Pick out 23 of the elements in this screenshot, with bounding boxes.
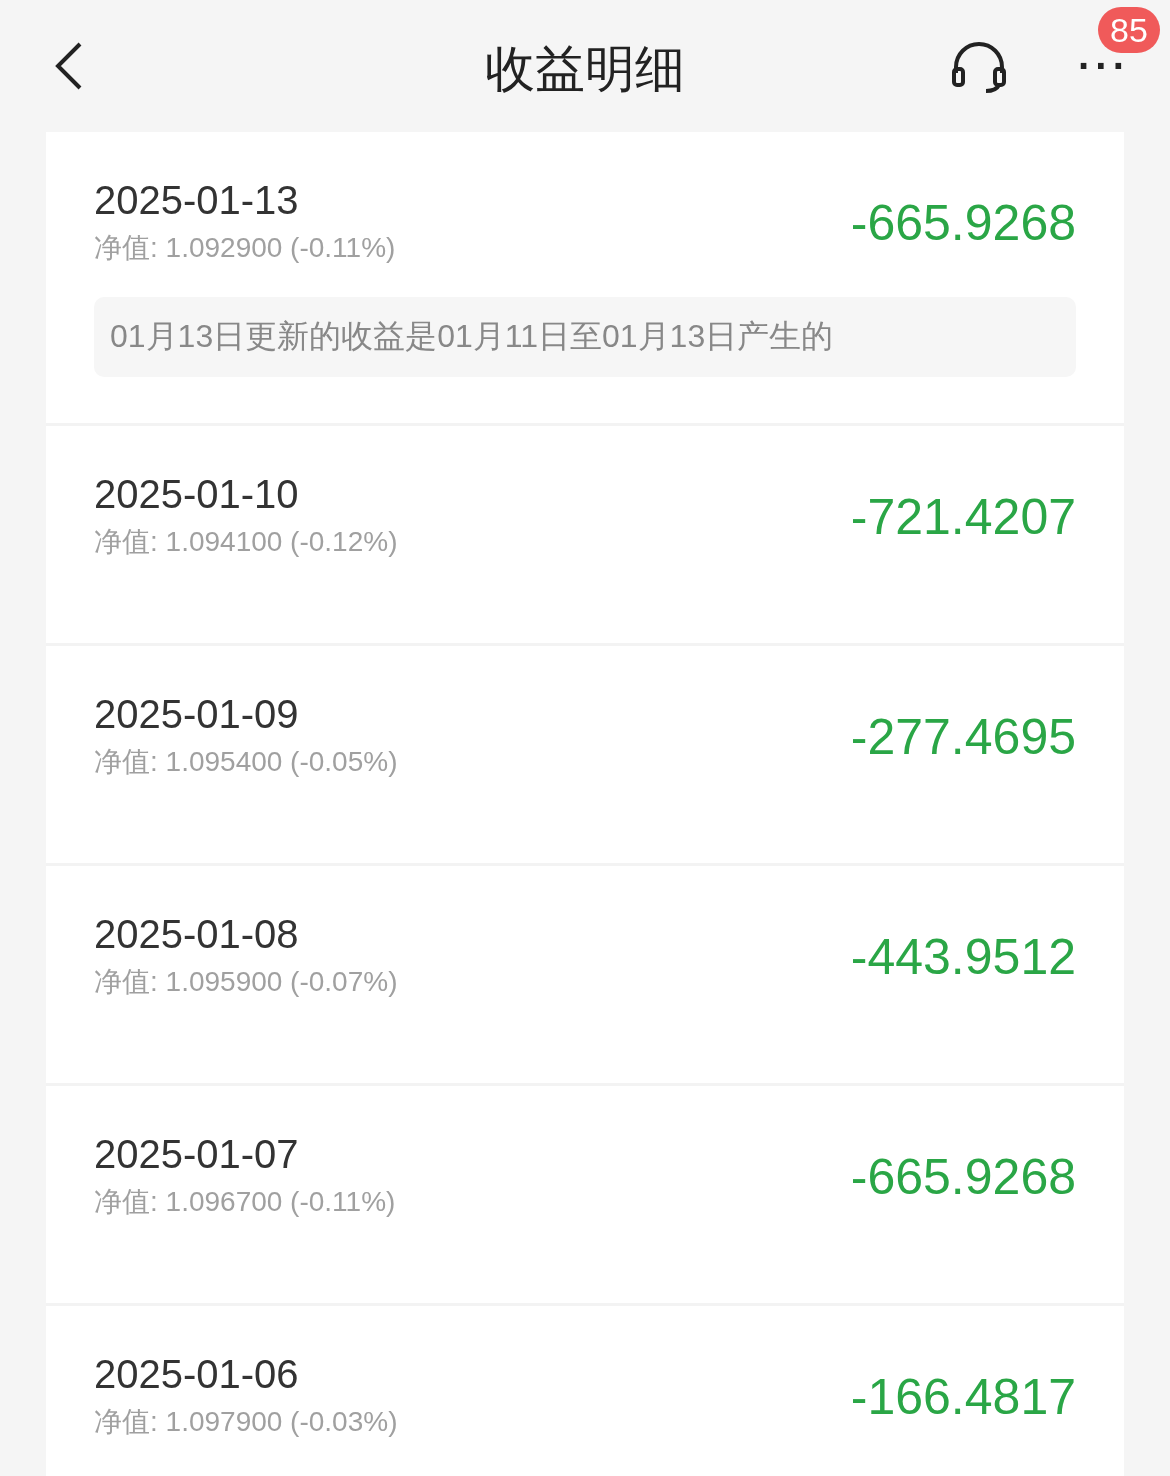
earnings-amount: -665.9268 [850, 193, 1076, 252]
earnings-amount: -277.4695 [850, 707, 1076, 766]
record-date: 2025-01-06 [94, 1352, 300, 1397]
more-button[interactable]: ··· [1078, 57, 1130, 75]
update-note: 01月13日更新的收益是01月11日至01月13日产生的 [94, 297, 1076, 377]
headset-icon[interactable] [950, 39, 1009, 93]
record-date: 2025-01-13 [94, 178, 300, 223]
earnings-amount: -721.4207 [850, 487, 1076, 546]
record-date: 2025-01-07 [94, 1132, 300, 1177]
net-value: 净值: 1.095900 (-0.07%) [94, 965, 398, 999]
page-title: 收益明细 [485, 40, 685, 99]
earnings-amount: -166.4817 [850, 1367, 1076, 1426]
earnings-amount: -443.9512 [850, 927, 1076, 986]
notification-badge: 85 [1098, 7, 1160, 53]
earnings-amount: -665.9268 [850, 1147, 1076, 1206]
net-value: 净值: 1.094100 (-0.12%) [94, 525, 398, 559]
net-value: 净值: 1.092900 (-0.11%) [94, 231, 396, 265]
record-date: 2025-01-10 [94, 472, 300, 517]
net-value: 净值: 1.095400 (-0.05%) [94, 745, 398, 779]
record-date: 2025-01-09 [94, 692, 300, 737]
net-value: 净值: 1.097900 (-0.03%) [94, 1405, 398, 1439]
net-value: 净值: 1.096700 (-0.11%) [94, 1185, 396, 1219]
record-date: 2025-01-08 [94, 912, 300, 957]
